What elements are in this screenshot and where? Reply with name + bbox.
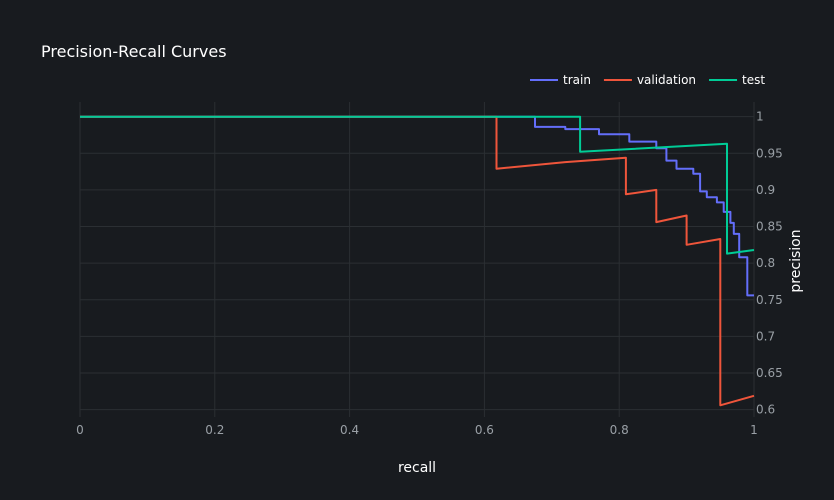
x-tick-label: 1 [750, 423, 758, 437]
x-axis-title: recall [398, 460, 436, 476]
y-tick-label: 0.75 [756, 293, 783, 307]
x-tick-label: 0.6 [475, 423, 494, 437]
y-tick-label: 0.7 [756, 329, 775, 343]
y-tick-label: 0.85 [756, 220, 783, 234]
precision-recall-chart: 0 0.2 0.4 0.6 0.8 1 0.6 0.65 0.7 0.75 0.8 0.85 0.9 0… [0, 0, 834, 500]
legend-label: validation [637, 73, 696, 87]
y-tick-label: 0.65 [756, 366, 783, 380]
y-tick-label: 0.6 [756, 403, 775, 417]
y-tick-label: 0.8 [756, 256, 775, 270]
legend-label: train [563, 73, 591, 87]
y-tick-label: 1 [756, 110, 764, 124]
legend-label: test [742, 73, 765, 87]
x-tick-label: 0.8 [610, 423, 629, 437]
y-tick-label: 0.9 [756, 183, 775, 197]
x-tick-label: 0.2 [205, 423, 224, 437]
chart-title: Precision-Recall Curves [41, 42, 227, 61]
y-axis-title: precision [788, 229, 804, 292]
x-tick-label: 0 [76, 423, 84, 437]
x-tick-label: 0.4 [340, 423, 359, 437]
chart-background [0, 0, 834, 500]
y-tick-label: 0.95 [756, 146, 783, 160]
